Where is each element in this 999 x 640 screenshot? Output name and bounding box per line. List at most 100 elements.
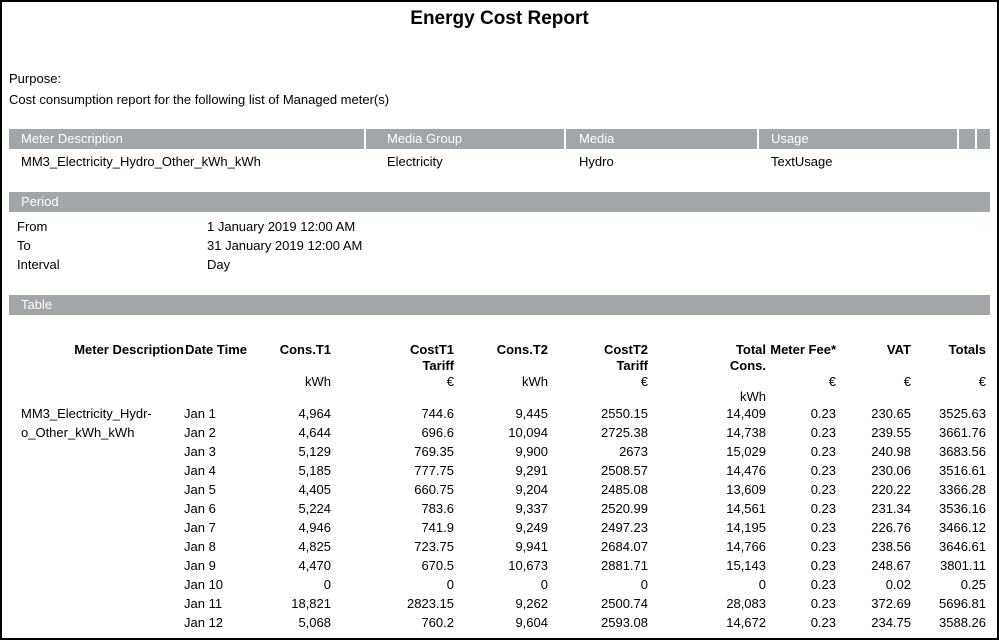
cell-total-cons: 14,195 [648,518,766,537]
cell-vat: 239.55 [836,423,911,442]
cell-meter-fee: 0.23 [766,575,836,594]
cell-meter-fee: 0.23 [766,442,836,461]
cell-cost-t1: 660.75 [331,480,454,499]
cell-cost-t1: 741.9 [331,518,454,537]
purpose-block: Purpose: Cost consumption report for the… [9,68,990,110]
cell-totals: 0.25 [911,575,992,594]
cell-cons-t2: 10,673 [454,556,548,575]
cell-total-cons: 15,143 [648,556,766,575]
table-row: MM3_Electricity_Hydr- o_Other_kWh_kWhJan… [9,404,992,423]
cell-meter-fee: 0.23 [766,423,836,442]
cell-cost-t2: 2684.07 [548,537,648,556]
cell-total-cons: 14,561 [648,499,766,518]
cell-cons-t1: 5,129 [247,442,331,461]
cell-cons-t2: 9,249 [454,518,548,537]
page-title: Energy Cost Report [2,8,997,30]
cell-cons-t1: 0 [247,575,331,594]
period-section: Period From 1 January 2019 12:00 AM To 3… [9,192,990,274]
cell-date: Jan 1 [184,404,247,423]
cell-total-cons: 0 [648,575,766,594]
cell-cons-t2: 9,204 [454,480,548,499]
cell-vat: 231.34 [836,499,911,518]
unit-totals: € [911,374,992,404]
cell-date: Jan 9 [184,556,247,575]
meters-header-spacer-1 [959,129,977,149]
cell-cons-t2: 0 [454,575,548,594]
cell-cost-t1: 670.5 [331,556,454,575]
col-cons-t2: Cons.T2 [454,315,548,374]
col-total-cons: Total Cons. [648,315,766,374]
cell-cons-t1: 4,405 [247,480,331,499]
meters-header-media: Media [566,129,759,149]
cell-cost-t2: 2497.23 [548,518,648,537]
media-value: Hydro [566,154,759,170]
cell-date: Jan 4 [184,461,247,480]
cell-cost-t2: 2508.57 [548,461,648,480]
cell-cost-t1: 723.75 [331,537,454,556]
period-section-bar: Period [9,192,990,212]
period-from-value: 1 January 2019 12:00 AM [207,217,355,236]
cell-cost-t2: 2673 [548,442,648,461]
cell-cons-t1: 4,644 [247,423,331,442]
cell-cost-t2: 2485.08 [548,480,648,499]
cell-meter-fee: 0.23 [766,480,836,499]
cell-cost-t1: 769.35 [331,442,454,461]
cell-vat: 248.67 [836,556,911,575]
cell-totals: 3525.63 [911,404,992,423]
cell-totals: 3683.56 [911,442,992,461]
cell-totals: 3536.16 [911,499,992,518]
cell-date: Jan 7 [184,518,247,537]
cell-meter-fee: 0.23 [766,613,836,632]
col-cost-t1-tariff: CostT1 Tariff [331,315,454,374]
period-to-label: To [9,236,207,255]
cell-date: Jan 5 [184,480,247,499]
col-vat: VAT [836,315,911,374]
cell-cons-t2: 10,094 [454,423,548,442]
cell-cons-t2: 9,604 [454,613,548,632]
cell-cons-t2: 9,291 [454,461,548,480]
period-rows: From 1 January 2019 12:00 AM To 31 Janua… [9,217,990,274]
cell-cons-t1: 4,946 [247,518,331,537]
cell-totals: 3366.28 [911,480,992,499]
cell-meter-fee: 0.23 [766,518,836,537]
unit-vat: € [836,374,911,404]
cell-cons-t1: 5,224 [247,499,331,518]
cell-vat: 238.56 [836,537,911,556]
unit-cons-t2: kWh [454,374,548,404]
col-meter-fee: Meter Fee* [766,315,836,374]
cell-totals: 3588.26 [911,613,992,632]
cell-meter-fee: 0.23 [766,556,836,575]
cell-cost-t2: 2725.38 [548,423,648,442]
cell-cons-t1: 4,470 [247,556,331,575]
meters-section: Meter Description Media Group Media Usag… [9,129,990,170]
cell-total-cons: 14,476 [648,461,766,480]
period-row-to: To 31 January 2019 12:00 AM [9,236,990,255]
cell-cons-t1: 18,821 [247,594,331,613]
cell-total-cons: 13,609 [648,480,766,499]
cell-cons-t1: 4,825 [247,537,331,556]
cell-cons-t1: 5,068 [247,613,331,632]
cell-vat: 240.98 [836,442,911,461]
cell-cost-t2: 2520.99 [548,499,648,518]
cell-total-cons: 14,766 [648,537,766,556]
cell-vat: 234.75 [836,613,911,632]
meter-description-cell: MM3_Electricity_Hydr- o_Other_kWh_kWh [9,404,184,632]
col-meter-description: Meter Description [9,315,184,374]
table-section-bar: Table [9,295,990,315]
unit-total-cons: kWh [648,374,766,404]
cell-cons-t2: 9,337 [454,499,548,518]
cell-cost-t2: 2550.15 [548,404,648,423]
cell-date: Jan 2 [184,423,247,442]
cell-cost-t2: 2500.74 [548,594,648,613]
period-from-label: From [9,217,207,236]
cell-vat: 226.76 [836,518,911,537]
cell-cost-t2: 0 [548,575,648,594]
cell-cost-t1: 744.6 [331,404,454,423]
period-interval-label: Interval [9,255,207,274]
col-cons-t1: Cons.T1 [247,315,331,374]
cell-cons-t2: 9,941 [454,537,548,556]
cell-vat: 0.02 [836,575,911,594]
energy-table-header: Meter Description Date Time Cons.T1 Cost… [9,315,992,404]
period-row-interval: Interval Day [9,255,990,274]
purpose-description: Cost consumption report for the followin… [9,89,990,110]
